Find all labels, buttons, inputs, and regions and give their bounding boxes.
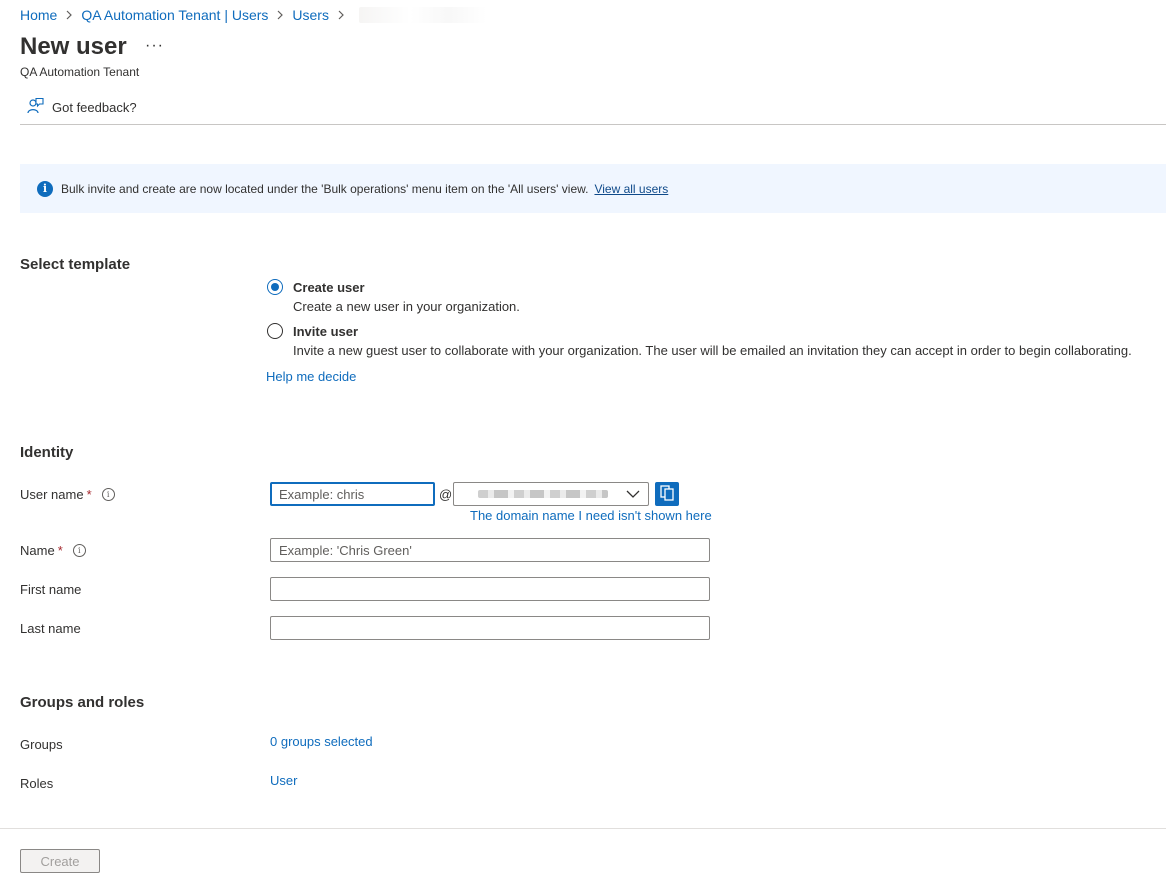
info-icon: i (37, 180, 53, 197)
name-label: Name * i (20, 543, 86, 558)
page-subtitle: QA Automation Tenant (20, 65, 140, 79)
username-label: User name * i (20, 487, 115, 502)
create-button[interactable]: Create (20, 849, 100, 873)
last-name-input[interactable] (270, 616, 710, 640)
first-name-input[interactable] (270, 577, 710, 601)
view-all-users-link[interactable]: View all users (594, 182, 668, 196)
option-label-invite-user: Invite user (293, 324, 359, 339)
banner-message: Bulk invite and create are now located u… (61, 181, 589, 196)
feedback-label: Got feedback? (52, 99, 137, 115)
at-symbol: @ (439, 487, 453, 502)
feedback-button[interactable]: Got feedback? (26, 95, 137, 119)
required-marker: * (57, 543, 63, 558)
domain-redacted-value (478, 490, 608, 498)
info-icon[interactable]: i (101, 488, 115, 501)
help-me-decide-link[interactable]: Help me decide (266, 369, 356, 384)
copy-button[interactable] (655, 482, 679, 506)
roles-value-link[interactable]: User (270, 773, 297, 788)
more-options-button[interactable]: ··· (145, 37, 164, 55)
section-title-identity: Identity (20, 444, 74, 461)
chevron-right-icon (276, 10, 284, 20)
groups-selected-link[interactable]: 0 groups selected (270, 734, 373, 749)
info-banner: i Bulk invite and create are now located… (20, 164, 1166, 213)
option-label-create-user: Create user (293, 280, 365, 295)
first-name-label: First name (20, 582, 82, 597)
username-label-text: User name (20, 487, 84, 502)
breadcrumb-tenant-users[interactable]: QA Automation Tenant | Users (81, 7, 268, 23)
radio-invite-user[interactable] (267, 323, 283, 339)
roles-label: Roles (20, 776, 54, 791)
name-label-text: Name (20, 543, 55, 558)
groups-label: Groups (20, 737, 63, 752)
breadcrumb-redacted (358, 7, 487, 23)
username-input[interactable] (270, 482, 435, 506)
copy-icon (660, 484, 674, 504)
domain-dropdown[interactable] (453, 482, 649, 506)
required-marker: * (86, 487, 92, 502)
last-name-label: Last name (20, 621, 81, 636)
section-title-groups-roles: Groups and roles (20, 694, 145, 711)
footer-divider (0, 828, 1166, 829)
section-title-select-template: Select template (20, 256, 131, 273)
chevron-right-icon (65, 10, 73, 20)
chevron-right-icon (337, 10, 345, 20)
name-input[interactable] (270, 538, 710, 562)
feedback-icon (26, 97, 44, 118)
domain-not-shown-link[interactable]: The domain name I need isn't shown here (470, 508, 712, 523)
option-desc-create-user: Create a new user in your organization. (293, 299, 520, 314)
breadcrumb-users[interactable]: Users (292, 7, 329, 23)
toolbar-divider (20, 124, 1166, 125)
radio-create-user[interactable] (267, 279, 283, 295)
breadcrumb: Home QA Automation Tenant | Users Users (20, 6, 487, 24)
chevron-down-icon (626, 488, 640, 503)
option-desc-invite-user: Invite a new guest user to collaborate w… (293, 343, 1132, 358)
page-title: New user (20, 33, 127, 60)
breadcrumb-home[interactable]: Home (20, 7, 57, 23)
info-icon[interactable]: i (72, 544, 86, 557)
